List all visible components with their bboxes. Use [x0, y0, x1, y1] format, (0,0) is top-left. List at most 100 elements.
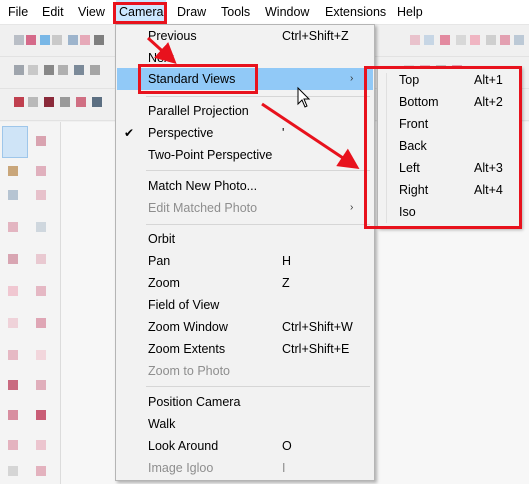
palette-tool-icon[interactable]: [36, 166, 46, 176]
toolbar-tool-icon[interactable]: [44, 97, 54, 107]
toolbar-tool-icon[interactable]: [514, 35, 524, 45]
palette-tool-icon[interactable]: [36, 136, 46, 146]
menu-item-zoom[interactable]: Zoom Z: [117, 272, 373, 294]
menu-item-two-point-perspective[interactable]: Two-Point Perspective: [117, 144, 373, 166]
menu-separator: [146, 170, 370, 171]
toolbar-tool-icon[interactable]: [60, 97, 70, 107]
palette-tool-icon[interactable]: [8, 466, 18, 476]
toolbar-tool-icon[interactable]: [500, 35, 510, 45]
menu-item-pan[interactable]: Pan H: [117, 250, 373, 272]
palette-tool-icon[interactable]: [8, 190, 18, 200]
menu-item-label: Previous: [148, 29, 197, 43]
toolbar-tool-icon[interactable]: [28, 65, 38, 75]
menu-item-shortcut: Ctrl+Shift+Z: [282, 29, 349, 43]
toolbar-tool-icon[interactable]: [74, 65, 84, 75]
toolbar-tool-icon[interactable]: [470, 35, 480, 45]
palette-tool-icon[interactable]: [8, 286, 18, 296]
palette-tool-icon[interactable]: [36, 254, 46, 264]
toolbar-tool-icon[interactable]: [76, 97, 86, 107]
palette-tool-icon[interactable]: [8, 440, 18, 450]
menu-item-label: Field of View: [148, 298, 220, 312]
toolbar-tool-icon[interactable]: [28, 97, 38, 107]
menu-item-image-igloo: Image Igloo I: [117, 457, 373, 479]
toolbar-tool-icon[interactable]: [94, 35, 104, 45]
left-tool-palette: [0, 122, 61, 484]
menu-help[interactable]: Help: [397, 0, 423, 24]
menu-item-shortcut: Ctrl+Shift+W: [282, 320, 353, 334]
menu-item-look-around[interactable]: Look Around O: [117, 435, 373, 457]
palette-tool-icon[interactable]: [8, 410, 18, 420]
menu-item-label: Look Around: [148, 439, 219, 453]
menu-item-parallel-projection[interactable]: Parallel Projection: [117, 100, 373, 122]
menu-item-zoom-to-photo: Zoom to Photo: [117, 360, 373, 382]
toolbar-tool-icon[interactable]: [440, 35, 450, 45]
palette-tool-icon[interactable]: [36, 318, 46, 328]
menu-item-shortcut: ': [282, 126, 285, 140]
menu-item-position-camera[interactable]: Position Camera: [117, 391, 373, 413]
menu-item-previous[interactable]: Previous Ctrl+Shift+Z: [117, 25, 373, 47]
menu-tools[interactable]: Tools: [221, 0, 250, 24]
menu-item-walk[interactable]: Walk: [117, 413, 373, 435]
menu-window[interactable]: Window: [265, 0, 309, 24]
palette-tool-icon[interactable]: [36, 410, 46, 420]
palette-tool-icon[interactable]: [36, 286, 46, 296]
menu-item-label: Zoom: [148, 276, 180, 290]
palette-tool-icon[interactable]: [8, 254, 18, 264]
toolbar-tool-icon[interactable]: [92, 97, 102, 107]
menu-item-perspective[interactable]: ✔ Perspective ': [117, 122, 373, 144]
menu-item-label: Zoom Extents: [148, 342, 226, 356]
menu-item-zoom-window[interactable]: Zoom Window Ctrl+Shift+W: [117, 316, 373, 338]
submenu-arrow-icon: ›: [350, 73, 354, 84]
toolbar-tool-icon[interactable]: [14, 65, 24, 75]
palette-tool-icon[interactable]: [8, 318, 18, 328]
toolbar-tool-icon[interactable]: [14, 35, 24, 45]
toolbar-tool-icon[interactable]: [58, 65, 68, 75]
palette-tool-icon[interactable]: [36, 350, 46, 360]
toolbar-tool-icon[interactable]: [410, 35, 420, 45]
toolbar-tool-icon[interactable]: [456, 35, 466, 45]
menu-separator: [146, 96, 370, 97]
menu-item-orbit[interactable]: Orbit: [117, 228, 373, 250]
annotation-box-submenu: [364, 66, 522, 229]
checkmark-icon: ✔: [124, 126, 135, 140]
toolbar-tool-icon[interactable]: [14, 97, 24, 107]
menu-extensions[interactable]: Extensions: [325, 0, 386, 24]
menu-item-label: Edit Matched Photo: [148, 201, 258, 215]
menu-item-shortcut: I: [282, 461, 286, 475]
toolbar-tool-icon[interactable]: [68, 35, 78, 45]
toolbar-tool-icon[interactable]: [44, 65, 54, 75]
palette-tool-icon[interactable]: [36, 380, 46, 390]
toolbar-tool-icon[interactable]: [486, 35, 496, 45]
menu-item-label: Image Igloo: [148, 461, 214, 475]
palette-tool-icon[interactable]: [8, 222, 18, 232]
menubar: File Edit View Camera Draw Tools Window …: [0, 0, 529, 25]
menu-item-match-new-photo[interactable]: Match New Photo...: [117, 175, 373, 197]
menu-item-shortcut: Z: [282, 276, 290, 290]
menu-item-shortcut: O: [282, 439, 292, 453]
palette-tool-icon[interactable]: [8, 350, 18, 360]
menu-item-zoom-extents[interactable]: Zoom Extents Ctrl+Shift+E: [117, 338, 373, 360]
palette-tool-icon[interactable]: [36, 222, 46, 232]
menu-edit[interactable]: Edit: [42, 0, 64, 24]
palette-tool-icon[interactable]: [8, 380, 18, 390]
menu-view[interactable]: View: [78, 0, 105, 24]
menu-item-label: Match New Photo...: [148, 179, 258, 193]
menu-item-label: Position Camera: [148, 395, 241, 409]
menu-item-label: Walk: [148, 417, 176, 431]
toolbar-tool-icon[interactable]: [80, 35, 90, 45]
toolbar-tool-icon[interactable]: [424, 35, 434, 45]
palette-tool-icon[interactable]: [36, 190, 46, 200]
menu-draw[interactable]: Draw: [177, 0, 206, 24]
toolbar-tool-icon[interactable]: [52, 35, 62, 45]
menu-file[interactable]: File: [8, 0, 28, 24]
toolbar-tool-icon[interactable]: [40, 35, 50, 45]
toolbar-tool-icon[interactable]: [90, 65, 100, 75]
menu-item-field-of-view[interactable]: Field of View: [117, 294, 373, 316]
menu-item-label: Pan: [148, 254, 171, 268]
palette-tool-icon[interactable]: [8, 166, 18, 176]
palette-tool-icon[interactable]: [36, 466, 46, 476]
toolbar-tool-icon[interactable]: [26, 35, 36, 45]
palette-tool-icon[interactable]: [36, 440, 46, 450]
menu-item-label: Parallel Projection: [148, 104, 249, 118]
selected-tool[interactable]: [2, 126, 28, 158]
